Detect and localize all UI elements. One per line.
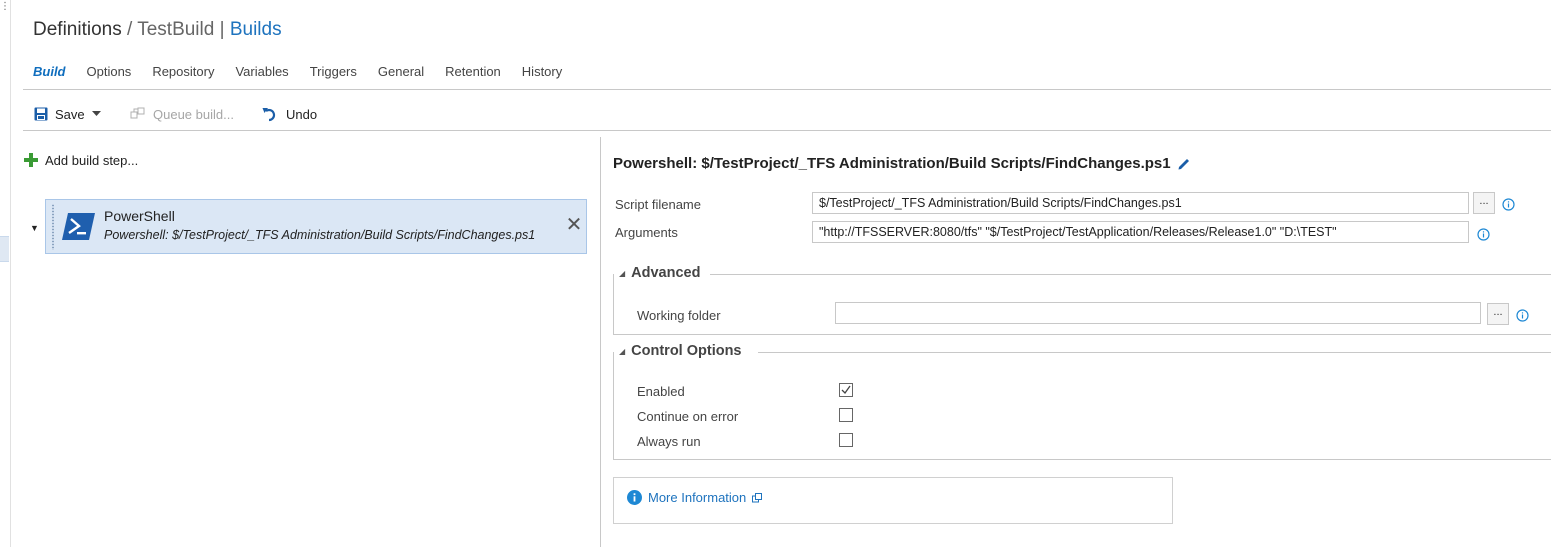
continue-on-error-label: Continue on error bbox=[637, 409, 739, 424]
control-options-section bbox=[613, 352, 1551, 460]
info-icon[interactable] bbox=[1516, 309, 1529, 322]
collapse-triangle-icon: ◢ bbox=[619, 346, 626, 356]
plus-icon bbox=[24, 153, 38, 167]
build-step-name: PowerShell bbox=[104, 208, 175, 224]
tab-build[interactable]: Build bbox=[33, 64, 66, 82]
script-filename-label: Script filename bbox=[615, 197, 701, 212]
queue-build-label: Queue build... bbox=[153, 106, 234, 122]
step-collapse-arrow-icon[interactable]: ▼ bbox=[30, 223, 40, 233]
undo-button[interactable]: Undo bbox=[262, 104, 317, 124]
tab-general[interactable]: General bbox=[378, 64, 424, 82]
save-label: Save bbox=[55, 106, 85, 122]
breadcrumb-pipe: | bbox=[219, 19, 225, 40]
always-run-checkbox[interactable] bbox=[839, 433, 853, 447]
info-icon bbox=[627, 490, 642, 505]
tab-repository[interactable]: Repository bbox=[152, 64, 214, 82]
enabled-label: Enabled bbox=[637, 384, 685, 399]
tab-history[interactable]: History bbox=[522, 64, 562, 82]
script-filename-browse-button[interactable]: ... bbox=[1473, 192, 1495, 214]
enabled-checkbox[interactable] bbox=[839, 383, 853, 397]
build-step-description: Powershell: $/TestProject/_TFS Administr… bbox=[104, 228, 536, 242]
info-icon[interactable] bbox=[1502, 198, 1515, 211]
tab-triggers[interactable]: Triggers bbox=[310, 64, 357, 82]
left-gutter bbox=[0, 0, 11, 547]
tab-options[interactable]: Options bbox=[87, 64, 132, 82]
advanced-header-line bbox=[710, 274, 1551, 275]
checkmark-icon bbox=[841, 385, 851, 395]
continue-on-error-checkbox[interactable] bbox=[839, 408, 853, 422]
undo-icon bbox=[262, 108, 276, 122]
more-information-box: More Information bbox=[613, 477, 1173, 524]
queue-build-button[interactable]: Queue build... bbox=[130, 104, 234, 124]
script-filename-field[interactable]: $/TestProject/_TFS Administration/Build … bbox=[812, 192, 1469, 214]
info-icon[interactable] bbox=[1477, 228, 1490, 241]
working-folder-field[interactable] bbox=[835, 302, 1481, 324]
collapse-triangle-icon: ◢ bbox=[619, 268, 626, 278]
chevron-down-icon[interactable] bbox=[91, 111, 101, 117]
powershell-icon bbox=[62, 213, 95, 240]
advanced-title: Advanced bbox=[631, 265, 701, 281]
arguments-field[interactable]: "http://TFSSERVER:8080/tfs" "$/TestProje… bbox=[812, 221, 1469, 243]
build-step-item[interactable]: PowerShell Powershell: $/TestProject/_TF… bbox=[45, 199, 587, 254]
control-options-section-header[interactable]: ◢ Control Options bbox=[619, 343, 746, 359]
pane-divider[interactable] bbox=[600, 137, 601, 547]
drag-handle[interactable] bbox=[51, 204, 55, 250]
always-run-label: Always run bbox=[637, 434, 701, 449]
tabs-divider bbox=[23, 89, 1551, 90]
more-information-label: More Information bbox=[648, 490, 747, 505]
gutter-collapse-icon[interactable]: ⋮ bbox=[0, 2, 10, 12]
working-folder-browse-button[interactable]: ... bbox=[1487, 303, 1509, 325]
save-button[interactable]: Save bbox=[34, 104, 101, 124]
breadcrumb-separator: / bbox=[127, 19, 133, 40]
working-folder-label: Working folder bbox=[637, 308, 721, 323]
definition-tabs: Build Options Repository Variables Trigg… bbox=[33, 64, 583, 82]
task-title: Powershell: $/TestProject/_TFS Administr… bbox=[613, 155, 1191, 172]
arguments-label: Arguments bbox=[615, 225, 678, 240]
queue-build-icon bbox=[130, 107, 145, 119]
save-icon bbox=[34, 107, 48, 121]
advanced-section-header[interactable]: ◢ Advanced bbox=[619, 265, 705, 281]
breadcrumb-definitions[interactable]: Definitions bbox=[33, 19, 122, 40]
gutter-selection-indicator bbox=[0, 236, 9, 262]
tab-retention[interactable]: Retention bbox=[445, 64, 501, 82]
add-build-step-label: Add build step... bbox=[45, 152, 139, 168]
breadcrumb: Definitions / TestBuild | Builds bbox=[33, 19, 282, 41]
more-information-link[interactable]: More Information bbox=[627, 490, 763, 505]
tab-variables[interactable]: Variables bbox=[235, 64, 288, 82]
breadcrumb-definition-name: TestBuild bbox=[137, 19, 215, 40]
pencil-icon[interactable] bbox=[1177, 157, 1191, 171]
undo-label: Undo bbox=[286, 106, 318, 122]
external-link-icon bbox=[752, 492, 763, 502]
control-options-header-line bbox=[758, 352, 1551, 353]
task-title-text: Powershell: $/TestProject/_TFS Administr… bbox=[613, 155, 1171, 172]
control-options-title: Control Options bbox=[631, 343, 742, 359]
add-build-step-button[interactable]: Add build step... bbox=[24, 151, 138, 169]
remove-step-icon[interactable]: ✕ bbox=[565, 215, 583, 235]
toolbar-divider bbox=[23, 130, 1551, 131]
builds-link[interactable]: Builds bbox=[230, 19, 282, 40]
